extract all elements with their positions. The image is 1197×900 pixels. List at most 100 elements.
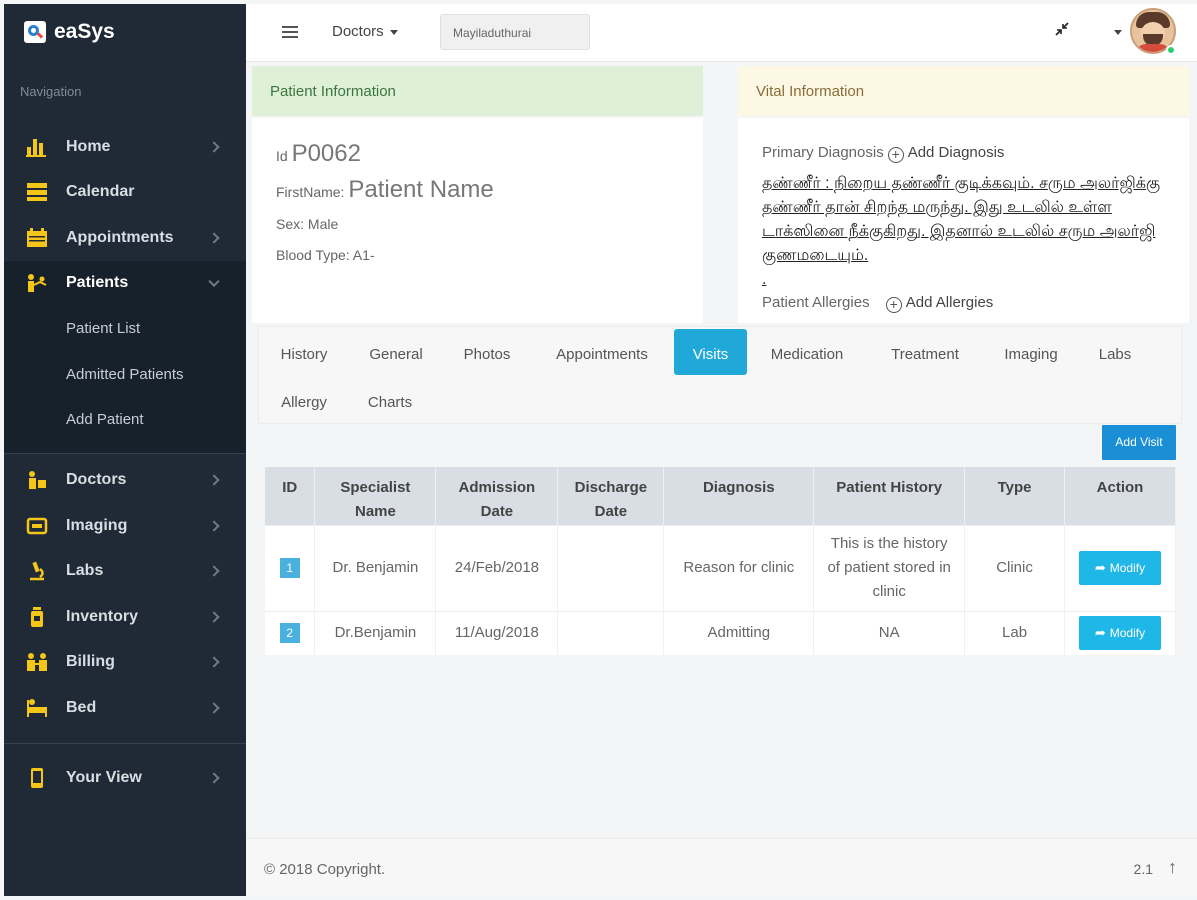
cell-specialist: Dr. Benjamin [314, 524, 437, 611]
app-logo[interactable]: eaSys [4, 4, 246, 60]
menu-toggle-icon[interactable] [282, 26, 298, 38]
patients-submenu: Patient List Admitted Patients Add Patie… [4, 306, 246, 453]
footer: © 2018 Copyright. 2.1 ↑ [246, 838, 1197, 896]
sidebar-item-appointments[interactable]: Appointments [4, 215, 246, 261]
cell-type: Lab [964, 610, 1065, 655]
sidebar-item-label: Bed [66, 698, 97, 716]
patient-id-label: Id [276, 148, 288, 164]
sidebar-subitem-patient-list[interactable]: Patient List [4, 306, 246, 352]
nav-heading: Navigation [20, 84, 82, 99]
tab-imaging[interactable]: Imaging [989, 329, 1073, 375]
column-header-type[interactable]: Type [964, 467, 1065, 525]
share-arrow-icon: ➦ [1094, 560, 1106, 575]
sidebar-subitem-add-patient[interactable]: Add Patient [4, 397, 246, 443]
patient-info-panel: Id P0062 FirstName: Patient Name Sex: Ma… [252, 118, 703, 323]
sidebar-item-billing[interactable]: Billing [4, 640, 246, 686]
sidebar-item-labs[interactable]: Labs [4, 549, 246, 595]
server-icon [24, 181, 50, 203]
sidebar-item-home[interactable]: Home [4, 124, 246, 170]
patient-firstname-label: FirstName: [276, 184, 345, 200]
sidebar-item-patients[interactable]: Patients [4, 260, 246, 306]
doctors-dropdown-label: Doctors [332, 23, 384, 40]
column-header-specialist-name[interactable]: Specialist Name [314, 467, 437, 525]
cell-action: ➦ Modify [1064, 610, 1177, 655]
mobile-icon [24, 767, 50, 789]
patient-allergies-row: Patient Allergies + Add Allergies [762, 294, 993, 313]
tab-labs[interactable]: Labs [1085, 329, 1145, 375]
sidebar-item-label: Doctors [66, 471, 127, 489]
chevron-right-icon [208, 232, 220, 244]
topbar: Doctors Mayiladuthurai [246, 4, 1197, 62]
patient-allergies-label: Patient Allergies [762, 294, 870, 311]
tab-allergy[interactable]: Allergy [265, 377, 343, 423]
doctors-dropdown[interactable]: Doctors [332, 23, 398, 40]
add-allergies-link[interactable]: Add Allergies [906, 294, 994, 311]
chevron-right-icon [208, 141, 220, 153]
bottle-icon [24, 606, 50, 628]
add-circle-icon[interactable]: + [885, 297, 902, 313]
sidebar-item-doctors[interactable]: Doctors [4, 458, 246, 504]
cell-discharge-date [557, 610, 665, 655]
sidebar-item-label: Inventory [66, 607, 139, 625]
sidebar-item-label: Billing [66, 653, 115, 671]
modify-button-label: Modify [1109, 626, 1146, 641]
chevron-right-icon [208, 702, 220, 714]
chevron-right-icon [208, 656, 220, 668]
sidebar-item-label: Home [66, 137, 111, 155]
sidebar-item-inventory[interactable]: Inventory [4, 594, 246, 640]
scroll-top-arrow-icon[interactable]: ↑ [1168, 857, 1177, 878]
cell-diagnosis: Reason for clinic [663, 524, 815, 611]
tab-charts[interactable]: Charts [355, 377, 425, 423]
copyright-text: © 2018 Copyright. [264, 861, 386, 878]
modify-button[interactable]: ➦ Modify [1078, 551, 1161, 585]
caret-down-icon [389, 29, 398, 35]
vital-info-header: Vital Information [738, 66, 1189, 116]
tab-appointments[interactable]: Appointments [539, 329, 665, 375]
location-field[interactable]: Mayiladuthurai [440, 14, 590, 50]
cell-action: ➦ Modify [1064, 524, 1177, 611]
sidebar-item-your-view[interactable]: Your View [4, 756, 246, 802]
column-header-discharge-date[interactable]: Discharge Date [557, 467, 665, 525]
column-header-id[interactable]: ID [265, 467, 316, 525]
add-circle-icon[interactable]: + [887, 147, 904, 163]
add-diagnosis-link[interactable]: Add Diagnosis [908, 144, 1005, 161]
patient-blood-type: Blood Type: A1- [276, 247, 375, 263]
modify-button-label: Modify [1109, 561, 1146, 575]
tab-treatment[interactable]: Treatment [875, 329, 975, 375]
table-row: 1 Dr. Benjamin 24/Feb/2018 Reason for cl… [265, 524, 1177, 611]
version-text: 2.1 [1133, 861, 1153, 877]
add-visit-button[interactable]: Add Visit [1102, 425, 1176, 460]
diagnosis-text-tail: . [762, 271, 767, 288]
sidebar-subitem-admitted-patients[interactable]: Admitted Patients [4, 352, 246, 398]
chevron-right-icon [208, 565, 220, 577]
patient-firstname-field: FirstName: Patient Name [276, 176, 494, 204]
column-header-admission-date[interactable]: Admission Date [435, 467, 559, 525]
column-header-diagnosis[interactable]: Diagnosis [663, 467, 815, 525]
tab-photos[interactable]: Photos [449, 329, 525, 375]
cell-id: 2 [265, 610, 316, 655]
sidebar-item-bed[interactable]: Bed [4, 685, 246, 731]
diagnosis-text[interactable]: தண்ணீர் : நிறைய தண்ணீர் குடிக்கவும். சரு… [762, 172, 1172, 292]
cell-diagnosis: Admitting [663, 610, 815, 655]
user-menu-caret-icon[interactable] [1114, 30, 1122, 35]
patient-sex: Sex: Male [276, 216, 339, 232]
sidebar-item-imaging[interactable]: Imaging [4, 503, 246, 549]
sidebar-item-label: Your View [66, 769, 142, 787]
fullscreen-compress-icon[interactable] [1052, 22, 1072, 42]
sidebar-item-label: Imaging [66, 516, 128, 534]
tab-medication[interactable]: Medication [757, 329, 857, 375]
tab-general[interactable]: General [355, 329, 437, 375]
cell-type: Clinic [964, 524, 1065, 611]
microscope-icon [24, 560, 50, 582]
sidebar-item-calendar[interactable]: Calendar [4, 170, 246, 216]
share-arrow-icon: ➦ [1094, 625, 1106, 641]
billing-icon [24, 651, 50, 673]
table-header-row: ID Specialist Name Admission Date Discha… [265, 467, 1177, 525]
sidebar-item-label: Patients [66, 274, 129, 292]
tab-visits[interactable]: Visits [674, 329, 747, 375]
column-header-patient-history[interactable]: Patient History [813, 467, 966, 525]
tab-history[interactable]: History [265, 329, 343, 375]
cell-patient-history: This is the history of patient stored in… [813, 524, 966, 611]
column-header-action[interactable]: Action [1064, 467, 1177, 525]
modify-button[interactable]: ➦ Modify [1078, 616, 1161, 651]
